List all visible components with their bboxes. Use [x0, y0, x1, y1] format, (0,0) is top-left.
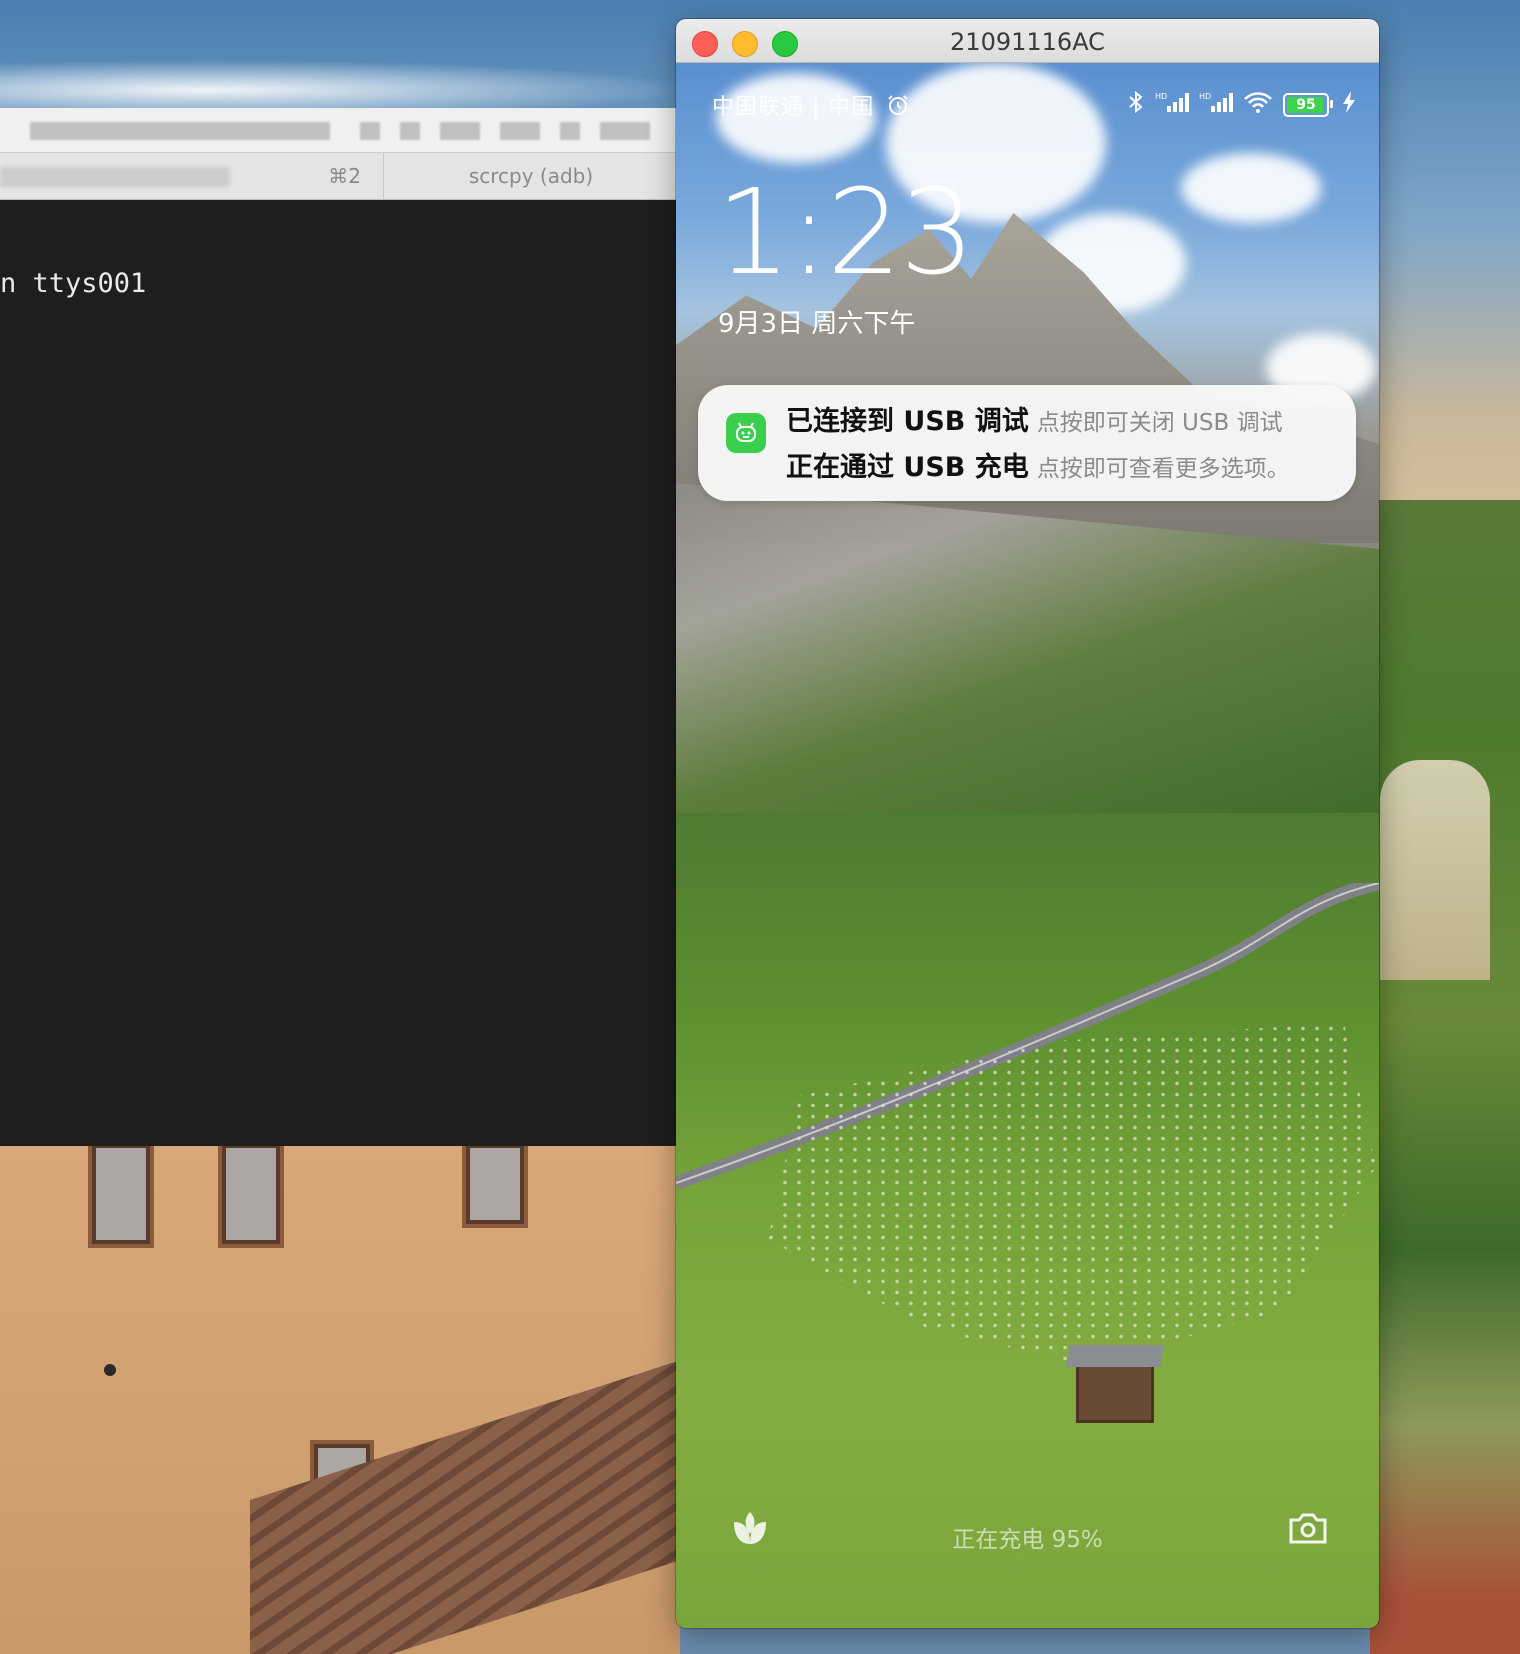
window-title: 21091116AC: [950, 28, 1105, 56]
terminal-tab-bar: ⌘2 scrcpy (adb): [0, 153, 678, 200]
building-window: [88, 1140, 154, 1248]
lock-clock: 1:23: [716, 163, 975, 301]
tab-terminal-1[interactable]: ⌘2: [0, 153, 384, 199]
signal-hd-icon: HD: [1155, 90, 1189, 120]
tab-shortcut-label: ⌘2: [328, 164, 361, 188]
lock-date: 9月3日 周六下午: [718, 309, 916, 339]
terminal-line: n ttys001: [0, 268, 147, 299]
notification-sub-1: 点按即可关闭 USB 调试: [1036, 410, 1283, 436]
building-window: [462, 1140, 528, 1228]
phone-cloud: [1181, 153, 1321, 223]
building-window: [218, 1140, 284, 1248]
usb-debug-icon: [726, 413, 766, 453]
camera-icon[interactable]: [1287, 1510, 1329, 1550]
lock-bottom-bar: 正在充电 95%: [676, 1508, 1379, 1558]
usb-notification[interactable]: 已连接到 USB 调试 点按即可关闭 USB 调试 正在通过 USB 充电 点按即可…: [698, 385, 1356, 501]
charging-bolt-icon: [1343, 91, 1355, 119]
notification-title-1: 已连接到 USB 调试: [786, 406, 1029, 437]
tab-scrcpy[interactable]: scrcpy (adb): [384, 153, 678, 199]
notification-line-2: 正在通过 USB 充电 点按即可查看更多选项。: [786, 445, 1290, 484]
blurred-title: [600, 122, 650, 140]
blurred-title: [400, 122, 420, 140]
scrcpy-window[interactable]: 21091116AC 中国联通 | 中国 HD HD 95 1:23 9月3日 …: [676, 19, 1379, 1628]
battery-percent: 95: [1296, 97, 1316, 113]
blurred-title: [360, 122, 380, 140]
terminal-titlebar[interactable]: [0, 108, 678, 153]
notification-line-1: 已连接到 USB 调试 点按即可关闭 USB 调试: [786, 399, 1283, 438]
wifi-icon: [1243, 90, 1273, 120]
scrcpy-titlebar[interactable]: 21091116AC: [676, 19, 1379, 63]
signal-hd-icon: HD: [1199, 90, 1233, 120]
notification-sub-2: 点按即可查看更多选项。: [1036, 456, 1290, 482]
building-hole: [104, 1364, 116, 1376]
svg-text:HD: HD: [1155, 92, 1167, 101]
bluetooth-icon: [1127, 90, 1145, 120]
phone-screen[interactable]: 中国联通 | 中国 HD HD 95 1:23 9月3日 周六下午 已连接到 U…: [676, 63, 1379, 1628]
blurred-title: [500, 122, 540, 140]
blurred-title: [30, 122, 330, 140]
carrier-label: 中国联通 | 中国: [712, 95, 875, 120]
phone-hut: [1076, 1363, 1154, 1423]
tab-label: scrcpy (adb): [468, 164, 594, 188]
charging-status: 正在充电 95%: [952, 1527, 1103, 1553]
status-icons: HD HD 95: [1127, 90, 1355, 120]
wallpaper-church: [1380, 760, 1490, 980]
blurred-title: [560, 122, 580, 140]
wallpaper-hills: [1370, 500, 1520, 1654]
svg-text:HD: HD: [1199, 92, 1211, 101]
blurred-tab-label: [0, 167, 230, 187]
terminal-window[interactable]: ⌘2 scrcpy (adb) n ttys001: [0, 108, 678, 1146]
terminal-output[interactable]: n ttys001: [0, 200, 678, 361]
battery-icon: 95: [1283, 93, 1333, 117]
notification-title-2: 正在通过 USB 充电: [786, 452, 1029, 483]
phone-status-bar: 中国联通 | 中国 HD HD 95: [712, 85, 1355, 125]
alarm-icon: [886, 93, 910, 117]
blurred-title: [440, 122, 480, 140]
phone-sheep: [768, 1023, 1376, 1365]
